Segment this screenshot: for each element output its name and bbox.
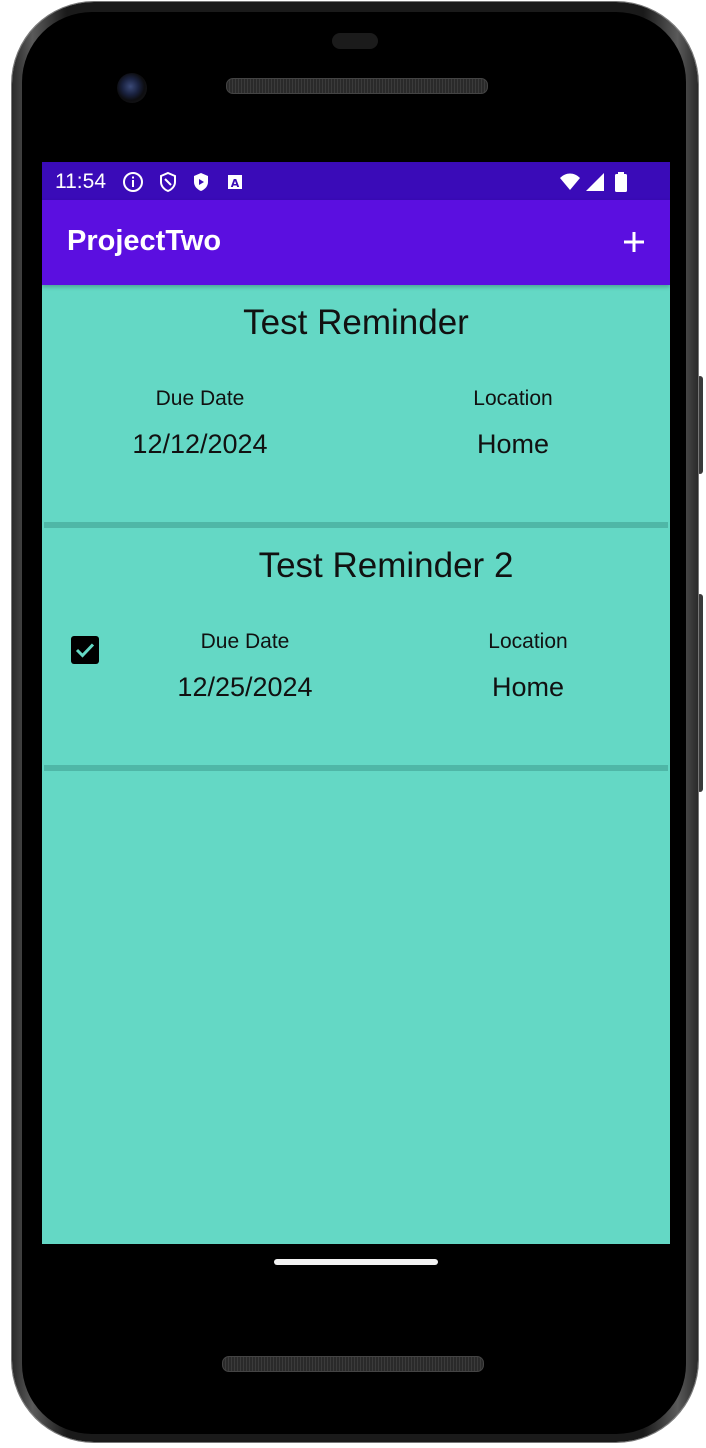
due-date-value: 12/12/2024: [132, 429, 268, 459]
reminder-card[interactable]: Test Reminder Due Date 12/12/2024 Locati…: [42, 285, 670, 528]
reminder-title: Test Reminder 2: [258, 546, 514, 585]
home-gesture-bar[interactable]: [274, 1259, 438, 1265]
earpiece-speaker: [226, 78, 488, 94]
checkmark-icon: [75, 643, 95, 658]
reminder-checkbox[interactable]: [71, 636, 99, 664]
front-camera-icon: [117, 73, 147, 103]
device-frame: 11:54 A ProjectTwo Test Reminder Due Dat…: [0, 0, 706, 1448]
location-value: Home: [491, 672, 565, 702]
add-reminder-button[interactable]: [614, 222, 654, 262]
accessibility-a-icon: A: [228, 175, 242, 190]
location-label: Location: [488, 630, 568, 653]
battery-icon: [615, 172, 627, 192]
screen: 11:54 A ProjectTwo Test Reminder Due Dat…: [42, 162, 670, 1244]
proximity-sensor: [332, 33, 378, 49]
location-value: Home: [476, 429, 550, 459]
app-title: ProjectTwo: [67, 225, 222, 257]
reminder-card[interactable]: Test Reminder 2 Due Date 12/25/2024 Loca…: [42, 528, 670, 771]
info-icon: [123, 172, 143, 192]
play-protect-icon: [194, 173, 208, 191]
status-time: 11:54: [55, 170, 106, 193]
reminder-title: Test Reminder: [243, 303, 469, 342]
app-bar: ProjectTwo: [42, 200, 670, 285]
due-date-label: Due Date: [155, 387, 245, 410]
shield-outline-icon: [160, 171, 176, 193]
status-bar: 11:54 A: [42, 162, 670, 200]
location-label: Location: [473, 387, 553, 410]
due-date-label: Due Date: [200, 630, 290, 653]
cell-signal-icon: [586, 173, 604, 191]
list-divider: [44, 765, 668, 771]
plus-icon: [624, 232, 644, 252]
svg-text:A: A: [231, 177, 240, 190]
due-date-value: 12/25/2024: [177, 672, 313, 702]
bottom-speaker: [222, 1356, 484, 1372]
wifi-icon: [560, 173, 580, 190]
